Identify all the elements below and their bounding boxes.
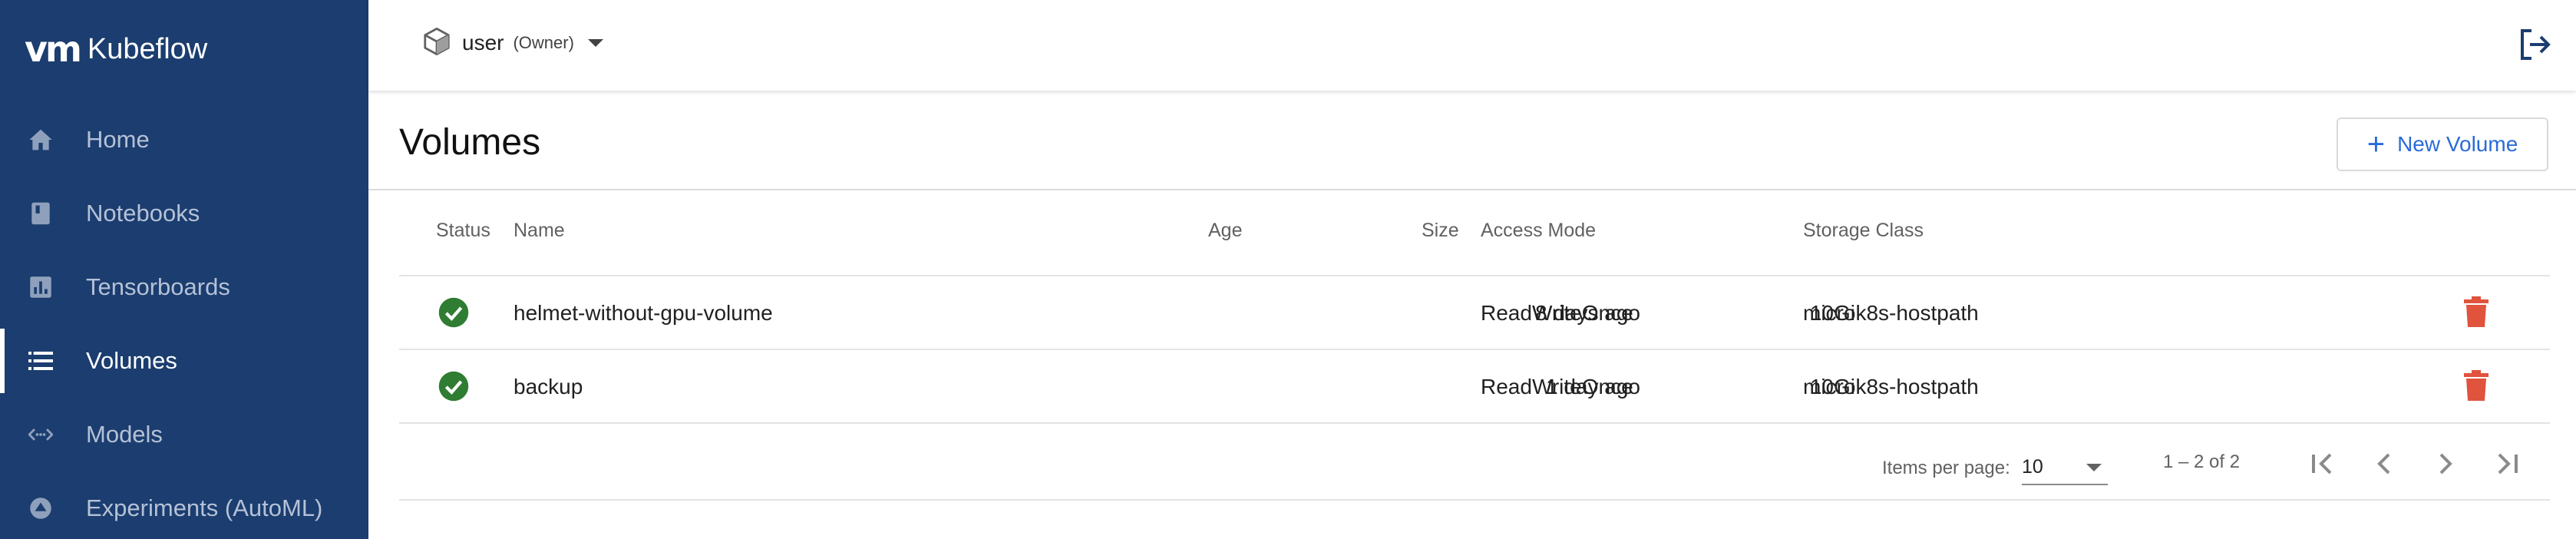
pagination-range: 1 – 2 of 2 [2163,451,2241,472]
column-header-size[interactable]: Size [1422,220,1459,242]
storage-icon [28,348,54,374]
vmware-logo-mark: vm [25,28,82,70]
volume-access-mode: ReadWriteOnce [1481,375,1633,398]
page-title: Volumes [399,122,541,163]
chart-icon [28,274,54,300]
volume-storage-class: microk8s-hostpath [1803,301,1979,325]
column-header-status[interactable]: Status [436,220,490,242]
chevron-down-icon [587,39,603,47]
sidebar-item-notebooks[interactable]: Notebooks [0,177,368,250]
column-header-name[interactable]: Name [514,220,565,242]
volume-name[interactable]: backup [514,375,583,399]
sidebar-item-experiments-automl[interactable]: Experiments (AutoML) [0,471,368,539]
row-divider [399,275,2550,276]
chevron-down-icon [2086,464,2102,471]
first-page-button[interactable] [2304,445,2341,482]
sidebar-item-home[interactable]: Home [0,103,368,177]
row-divider [399,422,2550,424]
automl-icon [28,495,54,521]
sidebar-item-tensorboards[interactable]: Tensorboards [0,250,368,324]
first-page-icon [2304,453,2341,485]
next-page-button[interactable] [2427,445,2464,482]
sidebar-item-label: Models [86,421,163,448]
sidebar-item-label: Tensorboards [86,273,230,300]
volume-name[interactable]: helmet-without-gpu-volume [514,301,773,326]
sidebar-item-label: Volumes [86,347,177,374]
table-bottom-divider [399,499,2550,501]
app-name: Kubeflow [87,33,208,65]
chevron-right-icon [2427,453,2464,485]
code-arrows-icon [28,422,54,448]
namespace-selector[interactable]: user (Owner) [424,26,603,60]
page-size-select[interactable]: 10 [2022,451,2108,485]
logout-icon [2516,29,2553,66]
items-per-page-label: Items per page: [1882,458,2010,478]
notebook-icon [28,200,54,227]
plus-icon: + [2366,127,2386,161]
row-divider [399,349,2550,350]
sidebar-nav: Home Notebooks Tensorboards Volumes Mode… [0,103,368,539]
new-volume-label: New Volume [2397,132,2518,156]
check-circle-icon [438,296,470,329]
logout-button[interactable] [2516,26,2553,63]
last-page-icon [2488,453,2525,485]
delete-icon[interactable] [2464,370,2488,401]
namespace-name: user [462,31,504,55]
sidebar-item-label: Home [86,126,150,153]
column-header-storage-class[interactable]: Storage Class [1803,220,1924,242]
delete-icon[interactable] [2464,296,2488,327]
check-circle-icon [438,370,470,402]
sidebar-item-volumes[interactable]: Volumes [0,324,368,398]
column-header-access-mode[interactable]: Access Mode [1481,220,1596,242]
column-header-age[interactable]: Age [1208,220,1242,242]
volume-access-mode: ReadWriteOnce [1481,301,1633,325]
home-icon [28,127,54,153]
new-volume-button[interactable]: + New Volume [2337,117,2548,171]
volume-storage-class: microk8s-hostpath [1803,375,1979,398]
last-page-button[interactable] [2488,445,2525,482]
namespace-role: (Owner) [513,33,574,52]
previous-page-button[interactable] [2366,445,2403,482]
namespace-cube-icon [424,27,450,59]
chevron-left-icon [2366,453,2403,485]
sidebar-item-label: Experiments (AutoML) [86,494,323,521]
sidebar: vm Kubeflow Home Notebooks Tensorboards [0,0,368,539]
top-bar: user (Owner) [368,0,2576,91]
kubeflow-logo[interactable]: vm Kubeflow [25,31,207,68]
header-divider [368,189,2576,190]
page-size-value: 10 [2022,456,2043,478]
sidebar-item-models[interactable]: Models [0,398,368,471]
sidebar-item-label: Notebooks [86,200,200,227]
